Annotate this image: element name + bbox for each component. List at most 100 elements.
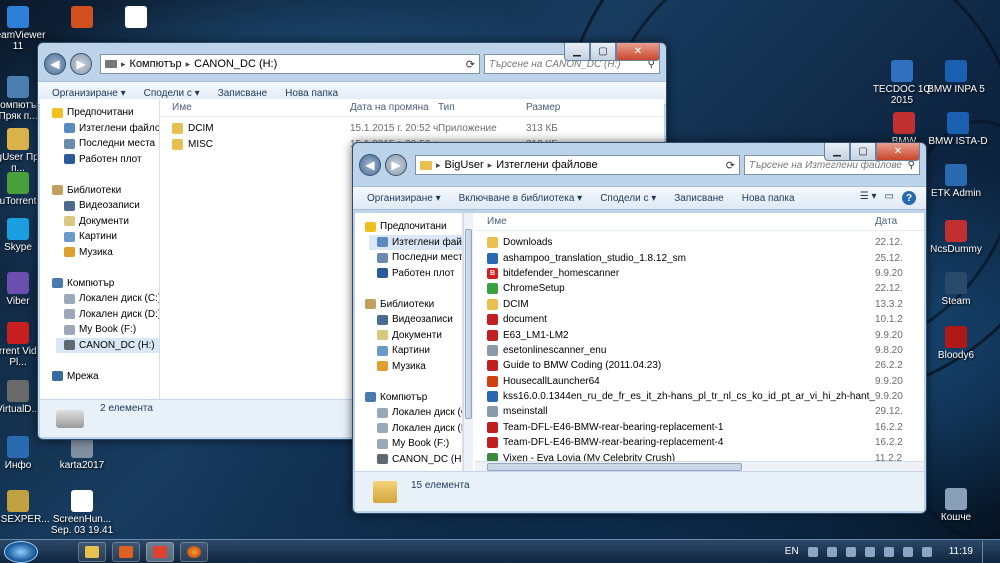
- file-row[interactable]: E63_LM1-LM2 9.9.20: [475, 327, 924, 342]
- file-row[interactable]: Bbitdefender_homescanner 9.9.20: [475, 266, 924, 281]
- scrollbar-thumb[interactable]: [487, 463, 742, 471]
- title-bar[interactable]: ▁ ▢ ✕: [353, 143, 926, 169]
- file-row[interactable]: ChromeSetup 22.12.: [475, 281, 924, 296]
- scrollbar-thumb[interactable]: [465, 229, 472, 419]
- nav-section-header[interactable]: Библиотеки: [52, 183, 159, 199]
- preview-pane-icon[interactable]: ▭: [885, 191, 894, 205]
- maximize-button[interactable]: ▢: [590, 43, 616, 61]
- nav-item[interactable]: Музика: [56, 245, 159, 261]
- nav-item[interactable]: Локален диск (C:): [56, 291, 159, 307]
- desktop-icon[interactable]: ETK Admin: [924, 164, 988, 199]
- burn-button[interactable]: Записване: [218, 88, 267, 99]
- share-menu[interactable]: Сподели с ▾: [144, 88, 200, 99]
- desktop-icon[interactable]: ScreenHun... Sep. 03 19.41: [50, 490, 114, 536]
- organize-menu[interactable]: Организиране ▾: [367, 193, 441, 204]
- nav-item[interactable]: Картини: [56, 229, 159, 245]
- file-row[interactable]: DCIM 15.1.2015 г. 20:52 ч. Приложение 313 К…: [160, 121, 664, 136]
- nav-section-header[interactable]: Мрежа: [52, 369, 159, 385]
- nav-item[interactable]: Документи: [369, 328, 462, 344]
- file-row[interactable]: Downloads 22.12.: [475, 235, 924, 250]
- nav-item[interactable]: Картини: [369, 343, 462, 359]
- desktop-icon[interactable]: BMW ISTA-D: [926, 112, 990, 147]
- nav-item[interactable]: Изтеглени файл: [369, 234, 462, 250]
- maximize-button[interactable]: ▢: [850, 143, 876, 161]
- column-header-date[interactable]: Дата: [875, 216, 915, 227]
- start-button[interactable]: [4, 540, 38, 563]
- minimize-button[interactable]: ▁: [824, 143, 850, 161]
- desktop-icon[interactable]: Кошче: [924, 488, 988, 523]
- nav-section-header[interactable]: Предпочитани: [52, 105, 159, 121]
- nav-item[interactable]: Локален диск (D: [369, 421, 462, 437]
- nav-item[interactable]: Изтеглени файлове: [56, 121, 159, 137]
- burn-button[interactable]: Записване: [674, 193, 723, 204]
- file-row[interactable]: mseinstall 29.12.: [475, 404, 924, 419]
- title-bar[interactable]: ▁ ▢ ✕: [38, 43, 666, 71]
- taskbar-media-player-button[interactable]: [112, 541, 140, 562]
- desktop-icon[interactable]: NCSEXPER...: [0, 490, 50, 525]
- nav-item[interactable]: Локален диск (C: [369, 405, 462, 421]
- help-icon[interactable]: ?: [902, 191, 916, 205]
- column-header-name[interactable]: Име: [475, 216, 875, 227]
- file-row[interactable]: ashampoo_translation_studio_1.8.12_sm 25.…: [475, 250, 924, 265]
- column-header-size[interactable]: Размер: [526, 102, 606, 113]
- desktop-icon[interactable]: Bloody6: [924, 326, 988, 361]
- nav-item[interactable]: Музика: [369, 359, 462, 375]
- nav-item[interactable]: Работен плот: [56, 152, 159, 168]
- file-row[interactable]: Team-DFL-E46-BMW-rear-bearing-replacemen…: [475, 420, 924, 435]
- nav-item[interactable]: Локален диск (D:): [56, 307, 159, 323]
- file-row[interactable]: Team-DFL-E46-BMW-rear-bearing-replacemen…: [475, 435, 924, 450]
- clock[interactable]: 11:19: [949, 546, 973, 557]
- nav-item[interactable]: CANON_DC (H:): [369, 452, 462, 468]
- desktop-icon[interactable]: [104, 6, 168, 30]
- nav-item[interactable]: Работен плот: [369, 266, 462, 282]
- nav-section-header[interactable]: Библиотеки: [365, 297, 462, 313]
- nav-item[interactable]: My Book (F:): [369, 436, 462, 452]
- close-button[interactable]: ✕: [616, 43, 660, 61]
- desktop-icon[interactable]: BMW INPA 5: [924, 60, 988, 95]
- show-desktop-button[interactable]: [982, 540, 992, 563]
- nav-item[interactable]: CANON_DC (H:): [56, 337, 159, 353]
- explorer-window-downloads[interactable]: ▁ ▢ ✕ ◀ ▶ ▸ BigUser ▸ Изтеглени файлове …: [352, 142, 927, 514]
- close-button[interactable]: ✕: [876, 143, 920, 161]
- file-row[interactable]: esetonlinescanner_enu 9.8.20: [475, 343, 924, 358]
- organize-menu[interactable]: Организиране ▾: [52, 88, 126, 99]
- taskbar-paint-button[interactable]: [146, 541, 174, 562]
- tray-app-icon[interactable]: [845, 546, 856, 557]
- network-icon[interactable]: [807, 546, 818, 557]
- nav-section-header[interactable]: Компютър: [365, 390, 462, 406]
- file-row[interactable]: document 10.1.2: [475, 312, 924, 327]
- nav-item[interactable]: My Book (F:): [56, 322, 159, 338]
- include-in-library-menu[interactable]: Включване в библиотека ▾: [459, 193, 583, 204]
- taskbar-firefox-button[interactable]: [180, 541, 208, 562]
- nav-section-header[interactable]: Предпочитани: [365, 219, 462, 235]
- new-folder-button[interactable]: Нова папка: [742, 193, 795, 204]
- nav-item[interactable]: Документи: [56, 214, 159, 230]
- minimize-button[interactable]: ▁: [564, 43, 590, 61]
- file-row[interactable]: HousecallLauncher64 9.9.20: [475, 374, 924, 389]
- column-header-name[interactable]: Име: [160, 102, 350, 113]
- nav-item[interactable]: Последни места: [369, 250, 462, 266]
- horizontal-scrollbar[interactable]: [475, 461, 924, 471]
- tray-app-icon[interactable]: [883, 546, 894, 557]
- desktop-icon[interactable]: karta2017: [50, 436, 114, 471]
- share-menu[interactable]: Сподели с ▾: [600, 193, 656, 204]
- volume-icon[interactable]: [902, 546, 913, 557]
- file-row[interactable]: DCIM 13.3.2: [475, 297, 924, 312]
- tray-app-icon[interactable]: [826, 546, 837, 557]
- nav-section-header[interactable]: Компютър: [52, 276, 159, 292]
- nav-scrollbar[interactable]: [463, 213, 473, 471]
- desktop-icon[interactable]: NcsDummy: [924, 220, 988, 255]
- tray-app-icon[interactable]: [864, 546, 875, 557]
- flag-icon[interactable]: [921, 546, 932, 557]
- nav-item[interactable]: Видеозаписи: [369, 312, 462, 328]
- nav-item[interactable]: Последни места: [56, 136, 159, 152]
- desktop-icon[interactable]: Steam: [924, 272, 988, 307]
- file-row[interactable]: kss16.0.0.1344en_ru_de_fr_es_it_zh-hans_…: [475, 389, 924, 404]
- column-header-date[interactable]: Дата на промяна: [350, 102, 438, 113]
- view-options-icon[interactable]: ☰ ▾: [860, 191, 877, 205]
- file-row[interactable]: Guide to BMW Coding (2011.04.23) 26.2.2: [475, 358, 924, 373]
- language-indicator[interactable]: EN: [785, 546, 799, 557]
- desktop-icon[interactable]: Инфо: [0, 436, 50, 471]
- column-header-type[interactable]: Тип: [438, 102, 526, 113]
- nav-item[interactable]: Видеозаписи: [56, 198, 159, 214]
